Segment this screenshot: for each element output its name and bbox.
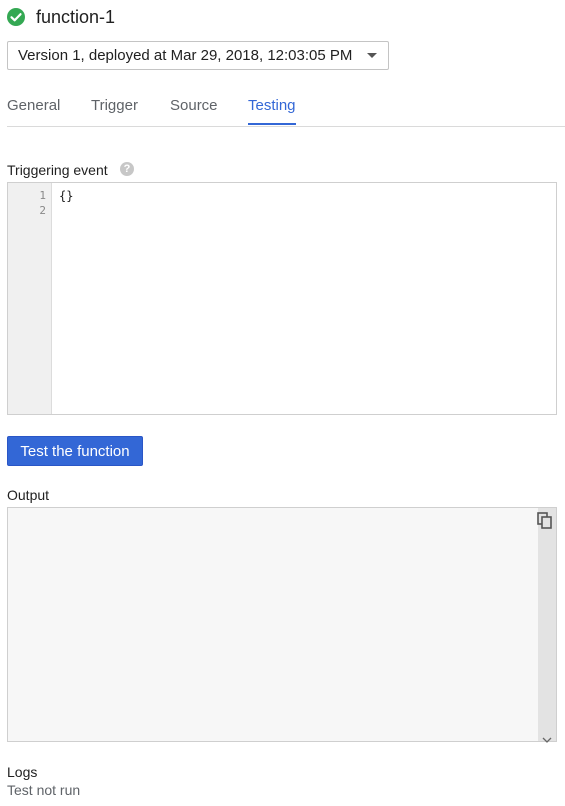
- output-area[interactable]: [7, 507, 557, 743]
- line-number-gutter: 1 2: [8, 183, 52, 414]
- tab-bar: General Trigger Source Testing: [7, 88, 565, 127]
- tab-source[interactable]: Source: [170, 88, 218, 125]
- tab-source-label: Source: [170, 97, 218, 114]
- copy-icon[interactable]: [537, 512, 553, 529]
- dropdown-caret-icon: [367, 53, 377, 58]
- output-label: Output: [7, 487, 50, 503]
- version-dropdown[interactable]: Version 1, deployed at Mar 29, 2018, 12:…: [7, 41, 389, 70]
- output-scrollbar[interactable]: [538, 508, 556, 741]
- tab-trigger-label: Trigger: [91, 97, 138, 114]
- tab-testing[interactable]: Testing: [248, 88, 296, 125]
- triggering-event-label: Triggering event: [7, 162, 108, 178]
- function-title: function-1: [36, 6, 116, 27]
- help-icon[interactable]: ?: [120, 162, 134, 176]
- tab-testing-label: Testing: [248, 97, 296, 114]
- tab-trigger[interactable]: Trigger: [91, 88, 138, 125]
- version-dropdown-value: Version 1, deployed at Mar 29, 2018, 12:…: [18, 47, 353, 64]
- test-function-button-label: Test the function: [20, 442, 130, 460]
- tab-general[interactable]: General: [7, 88, 60, 125]
- logs-status: Test not run: [7, 782, 81, 798]
- line-number: 1: [39, 189, 46, 202]
- active-tab-indicator: [248, 123, 296, 125]
- scroll-down-icon[interactable]: [542, 731, 552, 743]
- function-header: function-1: [7, 5, 115, 29]
- line-number: 2: [39, 204, 46, 217]
- triggering-event-editor[interactable]: 1 2 {}: [7, 182, 557, 415]
- logs-label: Logs: [7, 764, 38, 780]
- check-circle-icon: [7, 8, 25, 26]
- tab-general-label: General: [7, 97, 61, 114]
- code-line: {}: [59, 189, 74, 203]
- test-function-button[interactable]: Test the function: [7, 436, 143, 466]
- testing-panel: function-1 Version 1, deployed at Mar 29…: [0, 0, 565, 806]
